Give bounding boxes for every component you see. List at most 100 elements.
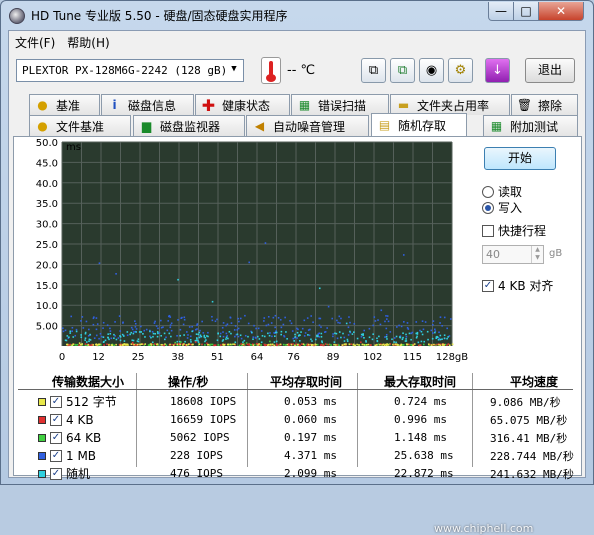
menu-help[interactable]: 帮助(H) (61, 31, 115, 51)
data-point (395, 341, 397, 344)
data-point (348, 343, 351, 346)
series-toggle[interactable]: ✓ 随机 (38, 465, 90, 482)
data-point (82, 327, 85, 329)
header-avg-access: 平均存取时间 (270, 374, 343, 389)
data-point (226, 335, 229, 337)
title-bar[interactable]: HD Tune 专业版 5.50 - 硬盘/固态硬盘实用程序 — □ ✕ (1, 1, 593, 29)
align-4kb-checkbox[interactable]: ✓ 4 KB 对齐 (482, 277, 553, 294)
data-point (363, 336, 365, 339)
y-tick-label: 45.0 (36, 158, 58, 169)
data-point (179, 343, 181, 346)
download-icon[interactable]: ↓ (485, 58, 510, 83)
series-checkbox[interactable]: ✓ (50, 413, 62, 426)
data-point (436, 343, 438, 346)
data-point (109, 327, 111, 330)
data-point (348, 316, 350, 318)
data-point (356, 337, 359, 340)
data-point (196, 324, 198, 327)
maximize-button[interactable]: □ (513, 2, 539, 21)
series-toggle[interactable]: ✓ 4 KB (38, 413, 94, 427)
data-point (415, 336, 418, 339)
data-point (269, 332, 271, 334)
data-point (280, 333, 282, 336)
data-point (129, 333, 131, 336)
series-checkbox[interactable]: ✓ (50, 467, 62, 480)
data-point (156, 331, 159, 333)
data-point (205, 339, 207, 341)
close-button[interactable]: ✕ (538, 2, 584, 21)
tab-file-benchmark[interactable]: ● 文件基准 (29, 115, 131, 136)
tab-disk-monitor[interactable]: ▆ 磁盘监视器 (133, 115, 245, 136)
data-point (349, 321, 351, 324)
data-point (311, 340, 313, 342)
tab-random-access[interactable]: ▤ 随机存取 (371, 113, 467, 136)
data-point (237, 327, 240, 330)
data-point (384, 320, 386, 323)
read-radio-circle[interactable] (482, 185, 494, 198)
exit-button[interactable]: 退出 (525, 58, 575, 83)
data-point (434, 328, 436, 331)
data-point (185, 331, 188, 333)
data-point (104, 339, 107, 342)
settings-icon[interactable]: ⚙ (448, 58, 473, 83)
tab-aam[interactable]: ◀ 自动噪音管理 (246, 115, 369, 136)
data-point (183, 334, 185, 336)
minimize-button[interactable]: — (488, 2, 514, 21)
data-point (156, 343, 158, 346)
copy-info-icon[interactable]: ⧉ (390, 58, 415, 83)
write-radio-circle[interactable] (482, 201, 494, 214)
data-point (93, 337, 96, 339)
data-point (252, 338, 254, 341)
data-point (365, 341, 367, 343)
tab-folder-usage[interactable]: ▬ 文件夹占用率 (390, 94, 510, 115)
drive-select[interactable]: PLEXTOR PX-128M6G-2242 (128 gB) ▼ (16, 59, 244, 82)
data-point (443, 344, 446, 346)
row-avg-access: 2.099 ms (284, 467, 337, 480)
tab-extra-tests[interactable]: ▦ 附加测试 (483, 115, 578, 136)
data-point (385, 327, 388, 330)
data-point (441, 343, 444, 346)
quick-stroke-checkbox[interactable]: 快捷行程 (482, 222, 546, 239)
menu-bar: 文件(F) 帮助(H) (9, 31, 585, 51)
chevron-down-icon[interactable]: ▼ (227, 62, 241, 79)
series-checkbox[interactable]: ✓ (50, 449, 62, 462)
data-point (98, 337, 100, 340)
camera-icon[interactable]: ◉ (419, 58, 444, 83)
data-point (343, 336, 346, 339)
write-radio[interactable]: 写入 (482, 199, 522, 216)
series-toggle[interactable]: ✓ 1 MB (38, 449, 96, 463)
series-checkbox[interactable]: ✓ (50, 431, 62, 444)
x-tick-label: 38 (171, 352, 184, 363)
data-point (219, 335, 222, 338)
data-point (113, 337, 115, 339)
quick-stroke-box[interactable] (482, 224, 494, 237)
data-point (169, 326, 172, 329)
data-point (265, 324, 268, 327)
quick-stroke-size-input[interactable]: 40 ▲ ▼ (482, 245, 544, 264)
copy-icon[interactable]: ⧉ (361, 58, 386, 83)
data-point (185, 344, 188, 346)
row-iops: 18608 IOPS (170, 395, 237, 408)
data-point (155, 325, 158, 327)
start-button[interactable]: 开始 (484, 147, 556, 170)
data-point (191, 325, 193, 328)
data-point (160, 319, 162, 322)
row-size: 64 KB (66, 430, 102, 445)
data-point (242, 343, 244, 346)
tab-health[interactable]: ✚ 健康状态 (195, 94, 290, 115)
series-toggle[interactable]: ✓ 512 字节 (38, 393, 117, 410)
tab-benchmark[interactable]: ● 基准 (29, 94, 100, 115)
series-checkbox[interactable]: ✓ (50, 395, 62, 408)
tab-erase[interactable]: 🗑 擦除 (511, 94, 578, 115)
data-point (84, 343, 87, 345)
align-4kb-box[interactable]: ✓ (482, 279, 494, 292)
data-point (84, 332, 87, 335)
spinner-arrows-icon[interactable]: ▲ ▼ (531, 246, 543, 263)
read-radio[interactable]: 读取 (482, 183, 522, 200)
tab-disk-info[interactable]: i 磁盘信息 (101, 94, 194, 115)
tab-error-scan[interactable]: ▦ 错误扫描 (291, 94, 389, 115)
series-toggle[interactable]: ✓ 64 KB (38, 431, 101, 445)
data-point (165, 344, 168, 346)
x-tick-label: 89 (327, 352, 340, 363)
menu-file[interactable]: 文件(F) (9, 31, 61, 51)
